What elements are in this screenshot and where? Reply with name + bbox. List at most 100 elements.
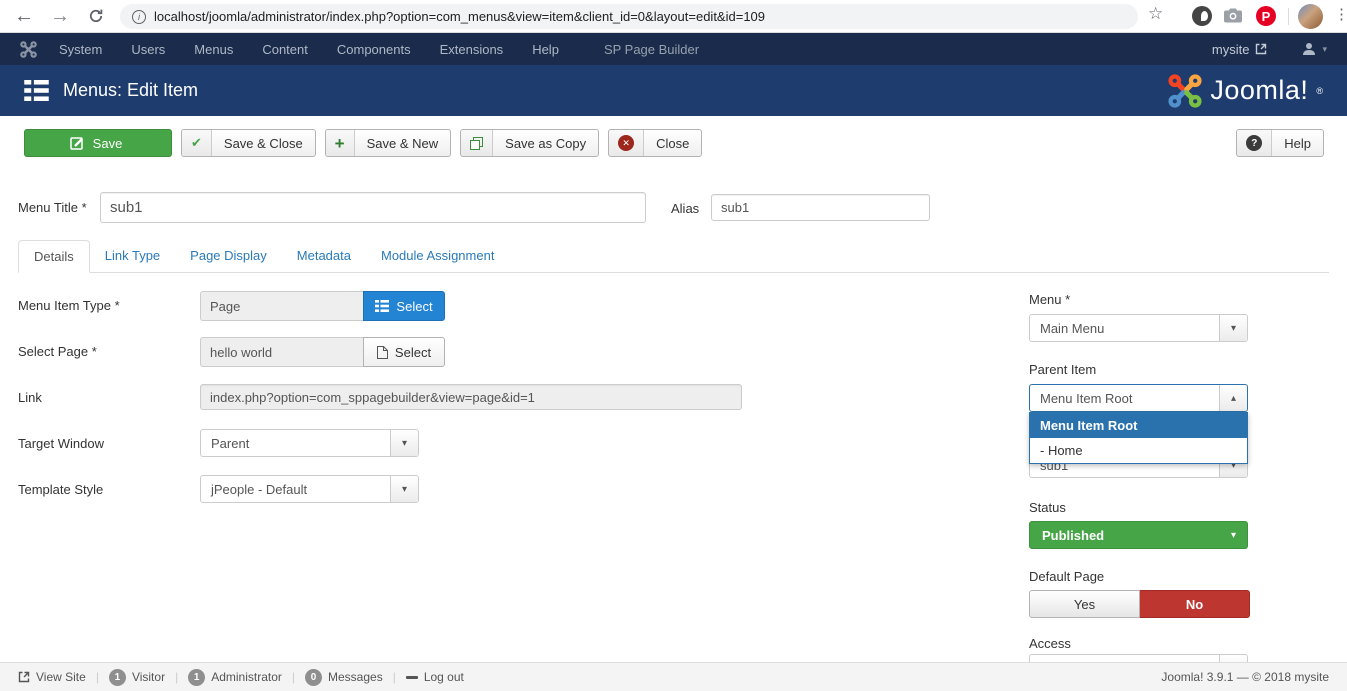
visitor-count-badge: 1 (109, 669, 126, 686)
menu-select[interactable]: Main Menu ▾ (1029, 314, 1248, 342)
check-icon: ✔ (182, 130, 212, 156)
joomla-logo: Joomla! ® (1168, 74, 1323, 108)
tab-link-type[interactable]: Link Type (90, 240, 175, 272)
dropdown-option-menu-item-root[interactable]: Menu Item Root (1030, 413, 1247, 438)
alias-input[interactable] (711, 194, 930, 221)
browser-reload-icon[interactable] (88, 8, 104, 29)
tab-bar: Details Link Type Page Display Metadata … (18, 240, 1329, 273)
status-label: Status (1029, 500, 1066, 515)
save-button[interactable]: Save (24, 129, 172, 157)
default-page-no-button[interactable]: No (1140, 590, 1250, 618)
parent-item-select[interactable]: Menu Item Root ▴ (1029, 384, 1248, 412)
status-badge: Published (1030, 528, 1231, 543)
menu-list-icon (24, 80, 49, 101)
link-input (200, 384, 742, 410)
access-label: Access (1029, 636, 1071, 651)
view-site-footer-link[interactable]: View Site (18, 670, 86, 684)
template-style-select[interactable]: jPeople - Default ▾ (200, 475, 419, 503)
site-name: mysite (1212, 42, 1250, 57)
chevron-down-icon[interactable]: ▾ (390, 476, 418, 502)
parent-item-dropdown: Menu Item Root - Home (1029, 412, 1248, 464)
nav-item-system[interactable]: System (59, 42, 102, 57)
extension-icon[interactable] (1192, 6, 1212, 26)
select-page-value: hello world (200, 337, 363, 367)
joomla-wordmark: Joomla! (1210, 75, 1308, 106)
browser-forward-icon[interactable]: → (50, 2, 70, 30)
log-out-link[interactable]: Log out (406, 670, 464, 684)
divider: | (393, 670, 396, 684)
menu-item-type-select-button[interactable]: Select (363, 291, 445, 321)
user-icon (1301, 41, 1317, 57)
url-text: localhost/joomla/administrator/index.php… (154, 9, 765, 24)
document-icon (377, 346, 388, 359)
default-page-yes-button[interactable]: Yes (1029, 590, 1140, 618)
nav-item-components[interactable]: Components (337, 42, 411, 57)
visitor-counter[interactable]: 1 Visitor (109, 669, 165, 686)
parent-item-label: Parent Item (1029, 362, 1096, 377)
joomla-admin-page: ← → i localhost/joomla/administrator/ind… (0, 0, 1347, 691)
external-link-icon (18, 671, 30, 683)
messages-counter[interactable]: 0 Messages (305, 669, 383, 686)
target-window-label: Target Window (18, 436, 104, 451)
divider: | (175, 670, 178, 684)
chevron-down-icon[interactable]: ▾ (390, 430, 418, 456)
close-button[interactable]: ✕ Close (608, 129, 702, 157)
nav-item-users[interactable]: Users (131, 42, 165, 57)
page-info-icon[interactable]: i (132, 10, 146, 24)
save-and-close-button[interactable]: ✔ Save & Close (181, 129, 316, 157)
chevron-down-icon[interactable]: ▾ (1219, 315, 1247, 341)
tab-module-assignment[interactable]: Module Assignment (366, 240, 509, 272)
divider (1288, 8, 1289, 25)
help-button[interactable]: ? Help (1236, 129, 1324, 157)
page-title: Menus: Edit Item (63, 80, 198, 101)
toolbar: Save ✔ Save & Close + Save & New Save as… (0, 116, 1347, 171)
tab-page-display[interactable]: Page Display (175, 240, 282, 272)
browser-menu-icon[interactable]: ⋮ (1334, 5, 1347, 23)
tab-metadata[interactable]: Metadata (282, 240, 366, 272)
browser-profile-avatar[interactable] (1298, 4, 1323, 29)
default-page-label: Default Page (1029, 569, 1104, 584)
select-page-label: Select Page * (18, 344, 97, 359)
minus-icon (406, 676, 418, 679)
divider: | (96, 670, 99, 684)
messages-count-badge: 0 (305, 669, 322, 686)
save-and-new-button[interactable]: + Save & New (325, 129, 451, 157)
administrator-counter[interactable]: 1 Administrator (188, 669, 282, 686)
bookmark-star-icon[interactable]: ☆ (1148, 4, 1163, 24)
pinterest-extension-icon[interactable]: P (1256, 6, 1276, 26)
dropdown-option-home[interactable]: - Home (1030, 438, 1247, 463)
chevron-up-icon[interactable]: ▴ (1219, 385, 1247, 411)
select-page-select-button[interactable]: Select (363, 337, 445, 367)
save-as-copy-button[interactable]: Save as Copy (460, 129, 599, 157)
chevron-down-icon: ▾ (1231, 530, 1247, 541)
browser-chrome: ← → i localhost/joomla/administrator/ind… (0, 0, 1347, 33)
menu-title-label: Menu Title * (18, 200, 87, 215)
joomla-version-text: Joomla! 3.9.1 — © 2018 mysite (1161, 670, 1329, 684)
close-icon: ✕ (609, 130, 644, 156)
target-window-select[interactable]: Parent ▾ (200, 429, 419, 457)
copy-icon (461, 130, 493, 156)
template-style-label: Template Style (18, 482, 103, 497)
joomla-logo-icon (1168, 74, 1202, 108)
browser-back-icon[interactable]: ← (14, 2, 34, 30)
user-menu[interactable]: ▾ (1301, 41, 1327, 57)
address-bar[interactable]: i localhost/joomla/administrator/index.p… (120, 4, 1138, 29)
view-site-link[interactable]: mysite (1212, 42, 1268, 57)
menu-item-type-value: Page (200, 291, 363, 321)
external-link-icon (1255, 43, 1267, 55)
administrator-count-badge: 1 (188, 669, 205, 686)
nav-item-sp-page-builder[interactable]: SP Page Builder (604, 42, 699, 57)
help-icon: ? (1237, 130, 1272, 156)
menu-title-input[interactable] (100, 192, 646, 223)
nav-item-content[interactable]: Content (262, 42, 308, 57)
divider: | (292, 670, 295, 684)
nav-item-menus[interactable]: Menus (194, 42, 233, 57)
joomla-mark-icon (20, 41, 37, 58)
nav-item-extensions[interactable]: Extensions (440, 42, 504, 57)
nav-item-help[interactable]: Help (532, 42, 559, 57)
status-bar: View Site | 1 Visitor | 1 Administrator … (0, 662, 1347, 691)
camera-extension-icon[interactable] (1224, 8, 1242, 28)
tab-details[interactable]: Details (18, 240, 90, 273)
plus-icon: + (326, 130, 355, 156)
status-select[interactable]: Published ▾ (1029, 521, 1248, 549)
